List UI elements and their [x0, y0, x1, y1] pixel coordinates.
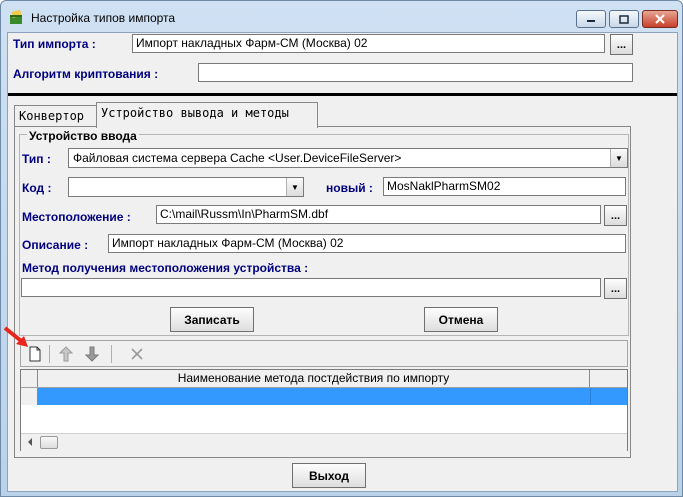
delete-button[interactable] [126, 344, 148, 364]
window-title: Настройка типов импорта [31, 11, 176, 25]
toolbar-separator [111, 345, 112, 363]
import-type-browse-button[interactable]: ... [610, 34, 633, 55]
row-divider [590, 388, 591, 405]
minimize-icon [577, 11, 605, 27]
close-icon [643, 11, 677, 27]
row-indicator [21, 388, 38, 405]
import-type-label: Тип импорта : [13, 37, 96, 51]
horizontal-scrollbar[interactable] [21, 433, 627, 451]
code-label: Код : [22, 181, 52, 195]
title-bar[interactable]: Настройка типов импорта [1, 1, 682, 33]
type-select-value: Файловая система сервера Cache <User.Dev… [73, 151, 402, 165]
crypto-label: Алгоритм криптования : [13, 67, 159, 81]
code-select[interactable]: ▼ [68, 177, 304, 197]
grid-toolbar [20, 340, 628, 367]
location-label: Местоположение : [22, 210, 131, 224]
grid-header: Наименование метода постдействия по импо… [21, 370, 627, 388]
input-device-group-title: Устройство ввода [27, 129, 139, 143]
maximize-icon [610, 11, 638, 27]
method-browse-button[interactable]: ... [604, 278, 627, 299]
grid-column-header[interactable]: Наименование метода постдействия по импо… [38, 370, 590, 387]
tab-converter[interactable]: Конвертор [14, 105, 98, 127]
location-field[interactable]: C:\mail\Russm\In\PharmSM.dbf [156, 205, 601, 224]
method-field[interactable] [21, 278, 601, 297]
tab-output-device[interactable]: Устройство вывода и методы [96, 102, 318, 128]
new-label: новый : [326, 181, 373, 195]
scroll-thumb[interactable] [40, 436, 58, 449]
location-browse-button[interactable]: ... [604, 205, 627, 226]
minimize-button[interactable] [576, 10, 606, 28]
methods-grid: Наименование метода постдействия по импо… [20, 369, 628, 451]
arrow-up-icon [59, 346, 73, 362]
app-icon [10, 9, 22, 24]
import-type-field[interactable]: Импорт накладных Фарм-СМ (Москва) 02 [132, 34, 605, 53]
exit-button[interactable]: Выход [292, 463, 366, 488]
arrow-down-icon [85, 346, 99, 362]
chevron-left-icon [27, 438, 32, 446]
scroll-left-button[interactable] [21, 434, 38, 450]
close-button[interactable] [642, 10, 678, 28]
chevron-down-icon[interactable]: ▼ [610, 149, 627, 167]
toolbar-separator [49, 345, 50, 363]
row-indicator-header [21, 370, 38, 387]
dialog-body: Тип импорта : Импорт накладных Фарм-СМ (… [7, 32, 678, 492]
type-label: Тип : [22, 152, 51, 166]
red-arrow-icon [3, 326, 28, 347]
description-label: Описание : [22, 238, 89, 252]
type-select[interactable]: Файловая система сервера Cache <User.Dev… [68, 148, 628, 168]
separator [8, 93, 677, 96]
move-down-button[interactable] [81, 344, 103, 364]
new-field[interactable]: MosNaklPharmSM02 [383, 177, 626, 196]
save-button[interactable]: Записать [170, 307, 254, 332]
description-field[interactable]: Импорт накладных Фарм-СМ (Москва) 02 [108, 234, 626, 253]
cancel-button[interactable]: Отмена [424, 307, 498, 332]
maximize-button[interactable] [609, 10, 639, 28]
method-label: Метод получения местоположения устройств… [22, 261, 309, 275]
move-up-button[interactable] [55, 344, 77, 364]
window: Настройка типов импорта Тип импорта : Им… [0, 0, 683, 497]
grid-filler-header [590, 370, 627, 387]
table-row[interactable] [21, 388, 627, 405]
crypto-field[interactable] [198, 63, 633, 82]
chevron-down-icon[interactable]: ▼ [286, 178, 303, 196]
delete-icon [131, 348, 143, 360]
